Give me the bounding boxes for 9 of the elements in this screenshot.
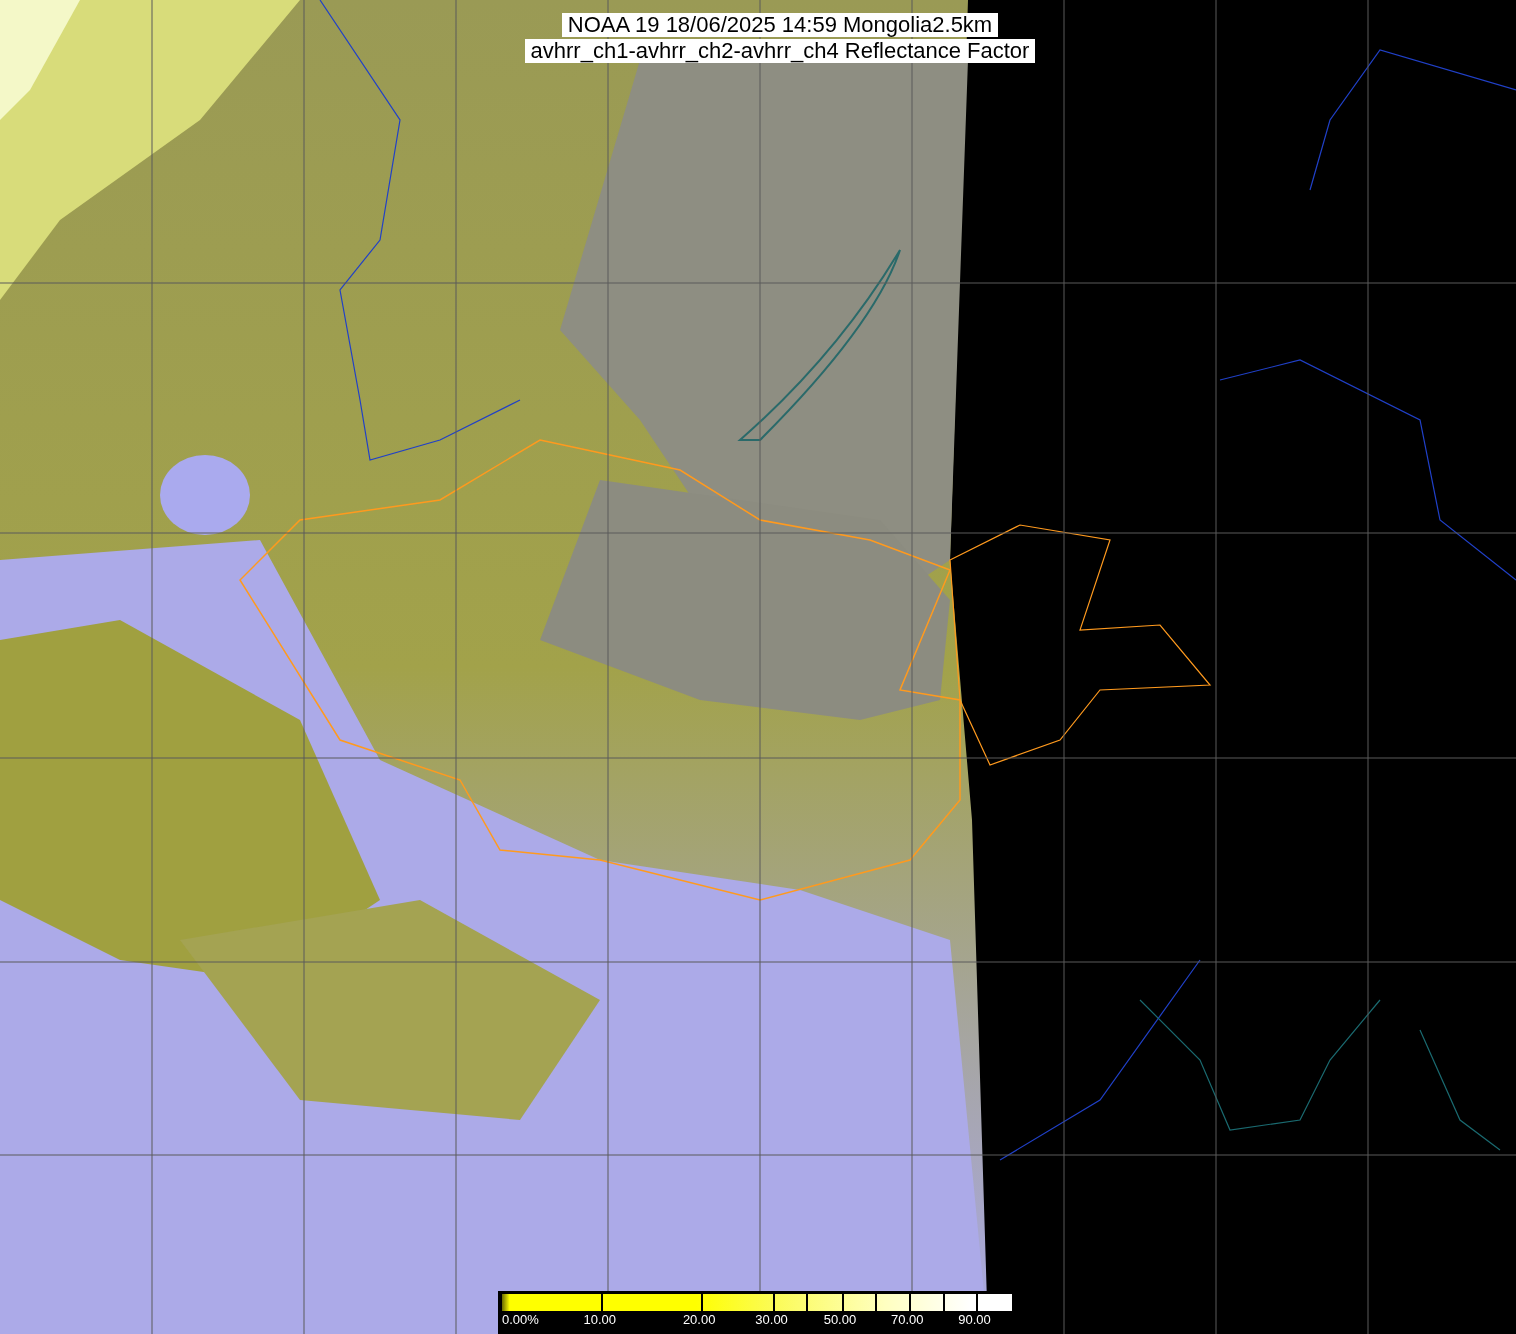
scale-label: 50.00 [823, 1313, 857, 1327]
scale-label: 20.00 [682, 1313, 716, 1327]
scale-label: 0.00% [502, 1313, 539, 1327]
map-title: avhrr_ch1-avhrr_ch2-avhrr_ch4 Reflectance Factor [524, 39, 1036, 63]
map-title: NOAA 19 18/06/2025 14:59 Mongolia2.5km [561, 13, 999, 37]
scale-label: 30.00 [755, 1313, 788, 1327]
scale-label: 90.00 [958, 1313, 991, 1327]
scale-label: 70.00 [890, 1313, 924, 1327]
scale-label: 10.00 [583, 1313, 616, 1327]
